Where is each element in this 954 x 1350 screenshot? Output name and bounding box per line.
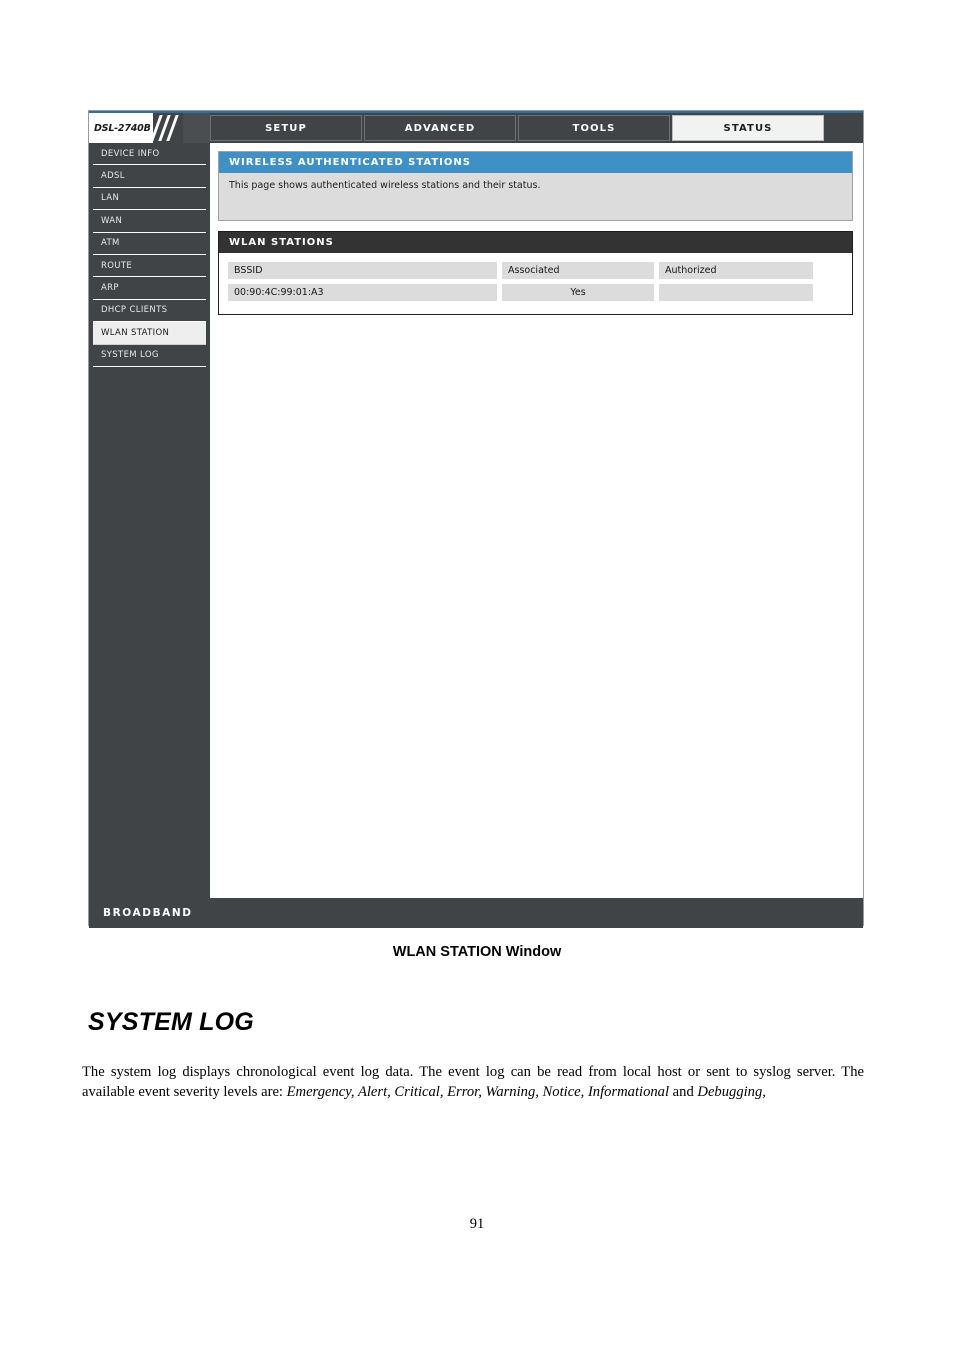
footer-band: BROADBAND: [89, 898, 863, 928]
section-paragraph: The system log displays chronological ev…: [82, 1063, 864, 1102]
content-area: WIRELESS AUTHENTICATED STATIONS This pag…: [210, 143, 863, 898]
panel-title: WIRELESS AUTHENTICATED STATIONS: [219, 152, 852, 173]
table-row: 00:90:4C:99:01:A3 Yes: [226, 282, 815, 304]
sidebar-item-arp[interactable]: ARP: [93, 277, 206, 300]
sidebar-item-route[interactable]: ROUTE: [93, 255, 206, 278]
cell-bssid: 00:90:4C:99:01:A3: [226, 282, 499, 304]
tab-tools[interactable]: TOOLS: [518, 115, 670, 141]
tab-bar-filler: [826, 115, 863, 141]
severity-levels-list: Emergency, Alert, Critical, Error, Warni…: [286, 1083, 670, 1100]
router-admin-screenshot: DSL-2740B SETUP ADVANCED TOOLS STATUS DE…: [88, 110, 864, 928]
tab-setup[interactable]: SETUP: [210, 115, 362, 141]
wireless-authenticated-stations-panel: WIRELESS AUTHENTICATED STATIONS This pag…: [218, 151, 853, 222]
tab-status[interactable]: STATUS: [672, 115, 824, 141]
sidebar-item-device-info[interactable]: DEVICE INFO: [93, 143, 206, 166]
column-header-bssid: BSSID: [226, 260, 499, 282]
brand-logo: DSL-2740B: [89, 113, 210, 143]
wlan-stations-table: BSSID Associated Authorized 00:90:4C:99:…: [225, 259, 816, 304]
section-heading: SYSTEM LOG: [88, 1008, 254, 1036]
model-name-plate: DSL-2740B: [89, 113, 153, 143]
wlan-stations-title: WLAN STATIONS: [219, 232, 852, 254]
slash-decoration-icon: [149, 113, 183, 143]
wlan-stations-body: BSSID Associated Authorized 00:90:4C:99:…: [219, 253, 852, 315]
column-header-associated: Associated: [500, 260, 656, 282]
sidebar-nav: DEVICE INFO ADSL LAN WAN ATM ROUTE ARP D…: [89, 143, 210, 898]
paragraph-conjunction: and: [669, 1083, 698, 1100]
sidebar-item-adsl[interactable]: ADSL: [93, 165, 206, 188]
sidebar-item-dhcp-clients[interactable]: DHCP CLIENTS: [93, 300, 206, 323]
shot-body: DEVICE INFO ADSL LAN WAN ATM ROUTE ARP D…: [89, 143, 863, 898]
page-number: 91: [469, 1216, 485, 1232]
main-nav-tabs: SETUP ADVANCED TOOLS STATUS: [210, 113, 863, 143]
panel-description: This page shows authenticated wireless s…: [229, 180, 541, 191]
column-header-authorized: Authorized: [657, 260, 815, 282]
header-bar: DSL-2740B SETUP ADVANCED TOOLS STATUS: [89, 113, 863, 143]
sidebar-item-system-log[interactable]: SYSTEM LOG: [93, 345, 206, 367]
footer-label: BROADBAND: [103, 907, 193, 919]
severity-level-debugging: Debugging,: [697, 1083, 766, 1100]
tab-advanced[interactable]: ADVANCED: [364, 115, 516, 141]
table-header-row: BSSID Associated Authorized: [226, 260, 815, 282]
cell-associated: Yes: [500, 282, 656, 304]
logo-texture: [182, 113, 210, 143]
sidebar-item-atm[interactable]: ATM: [93, 233, 206, 255]
cell-authorized: [657, 282, 815, 304]
figure-caption: WLAN STATION Window: [392, 944, 562, 960]
sidebar-item-lan[interactable]: LAN: [93, 188, 206, 211]
sidebar-item-wan[interactable]: WAN: [93, 210, 206, 233]
sidebar-item-wlan-station[interactable]: WLAN STATION: [93, 322, 206, 345]
wlan-stations-panel: WLAN STATIONS BSSID Associated Authorize…: [218, 231, 853, 316]
